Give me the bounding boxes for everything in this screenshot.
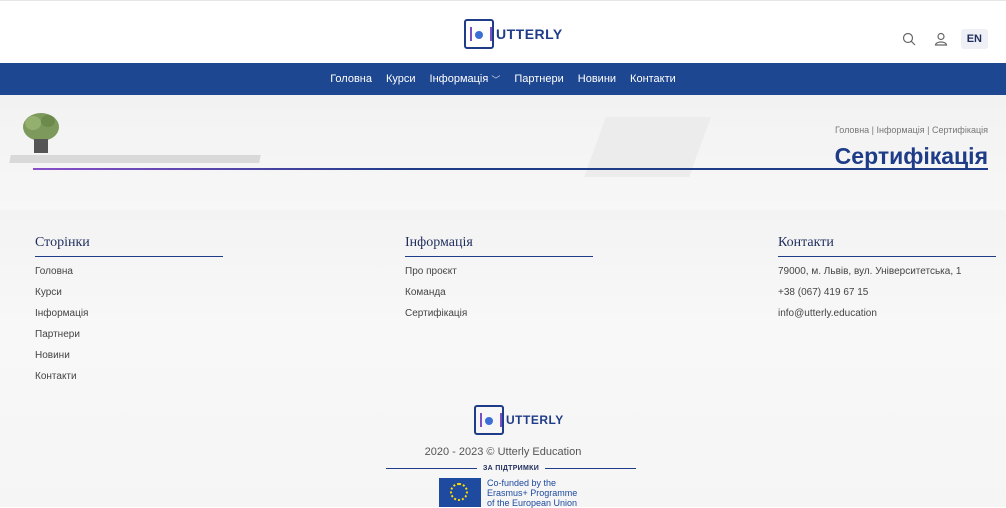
logo-text: UTTERLY	[506, 413, 564, 427]
logo-icon	[474, 405, 504, 435]
logo-text: UTTERLY	[496, 26, 563, 42]
plant-image	[23, 113, 59, 153]
language-switch-button[interactable]: EN	[960, 29, 988, 49]
nav-item-courses[interactable]: Курси	[386, 73, 416, 85]
eu-flag-icon	[439, 478, 481, 507]
footer-contacts-title: Контакти	[778, 235, 996, 257]
footer-pages-title: Сторінки	[35, 235, 223, 257]
support-divider: ЗА ПІДТРИМКИ	[386, 465, 636, 472]
footer-link-partners[interactable]: Партнери	[35, 328, 223, 349]
logo-icon	[464, 19, 494, 49]
support-label: ЗА ПІДТРИМКИ	[482, 465, 540, 472]
search-icon[interactable]	[897, 27, 921, 51]
footer-contacts-column: Контакти 79000, м. Львів, вул. Університ…	[778, 235, 996, 328]
footer-info-title: Інформація	[405, 235, 593, 257]
footer-link-contacts[interactable]: Контакти	[35, 370, 223, 391]
nav-item-home[interactable]: Головна	[330, 73, 372, 85]
footer-phone-link[interactable]: +38 (067) 419 67 15	[778, 286, 996, 307]
footer-link-certification[interactable]: Сертифікація	[405, 307, 593, 328]
nav-item-partners[interactable]: Партнери	[514, 73, 563, 85]
footer-link-home[interactable]: Головна	[35, 265, 223, 286]
user-icon[interactable]	[929, 27, 953, 51]
footer-link-information[interactable]: Інформація	[35, 307, 223, 328]
eu-cofunded-badge: Co-funded by the Erasmus+ Programme of t…	[439, 478, 577, 508]
footer-info-column: Інформація Про проєкт Команда Сертифікац…	[405, 235, 593, 328]
page-hero: Головна | Інформація | Сертифікація Серт…	[0, 95, 1006, 210]
footer-email-link[interactable]: info@utterly.education	[778, 307, 996, 328]
copyright-text: 2020 - 2023 © Utterly Education	[424, 446, 582, 458]
footer-link-about[interactable]: Про проєкт	[405, 265, 593, 286]
header-actions: EN	[897, 27, 988, 51]
footer-link-news[interactable]: Новини	[35, 349, 223, 370]
footer-link-courses[interactable]: Курси	[35, 286, 223, 307]
breadcrumb: Головна | Інформація | Сертифікація	[834, 125, 988, 135]
header: UTTERLY EN	[0, 0, 1006, 64]
footer-pages-column: Сторінки Головна Курси Інформація Партне…	[35, 235, 223, 391]
eu-text-line2: Erasmus+ Programme	[487, 488, 578, 498]
site-logo[interactable]: UTTERLY	[464, 19, 563, 49]
footer-logo[interactable]: UTTERLY	[474, 405, 564, 435]
main-nav: Головна Курси Інформація ﹀ Партнери Новин…	[0, 63, 1006, 95]
desk-image	[9, 155, 261, 163]
hero-divider	[33, 168, 988, 170]
nav-item-contacts[interactable]: Контакти	[630, 73, 676, 85]
nav-item-news[interactable]: Новини	[578, 73, 616, 85]
footer: Сторінки Головна Курси Інформація Партне…	[0, 210, 1006, 508]
chevron-down-icon: ﹀	[491, 74, 501, 85]
nav-item-information[interactable]: Інформація ﹀	[430, 73, 501, 86]
footer-link-team[interactable]: Команда	[405, 286, 593, 307]
page-title: Сертифікація	[834, 143, 988, 169]
footer-address: 79000, м. Львів, вул. Університетська, 1	[778, 266, 962, 277]
eu-text-line1: Co-funded by the	[487, 478, 557, 488]
